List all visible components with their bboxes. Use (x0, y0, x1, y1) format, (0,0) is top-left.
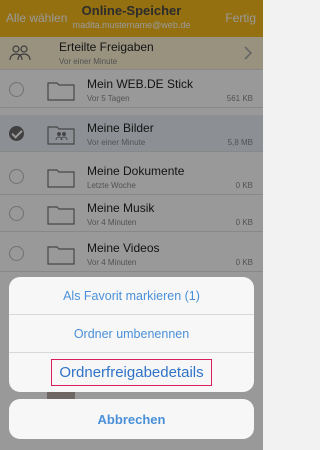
mark-favorite-button[interactable]: Als Favorit markieren (1) (9, 277, 254, 315)
rename-folder-button[interactable]: Ordner umbenennen (9, 315, 254, 353)
app-screen: Alle wählen Online-Speicher madita.muste… (0, 0, 263, 450)
cancel-button[interactable]: Abbrechen (9, 399, 254, 439)
folder-share-details-label: Ordnerfreigabedetails (51, 358, 212, 386)
folder-share-details-button[interactable]: Ordnerfreigabedetails (9, 353, 254, 391)
action-sheet: Als Favorit markieren (1) Ordner umbenen… (9, 277, 254, 392)
